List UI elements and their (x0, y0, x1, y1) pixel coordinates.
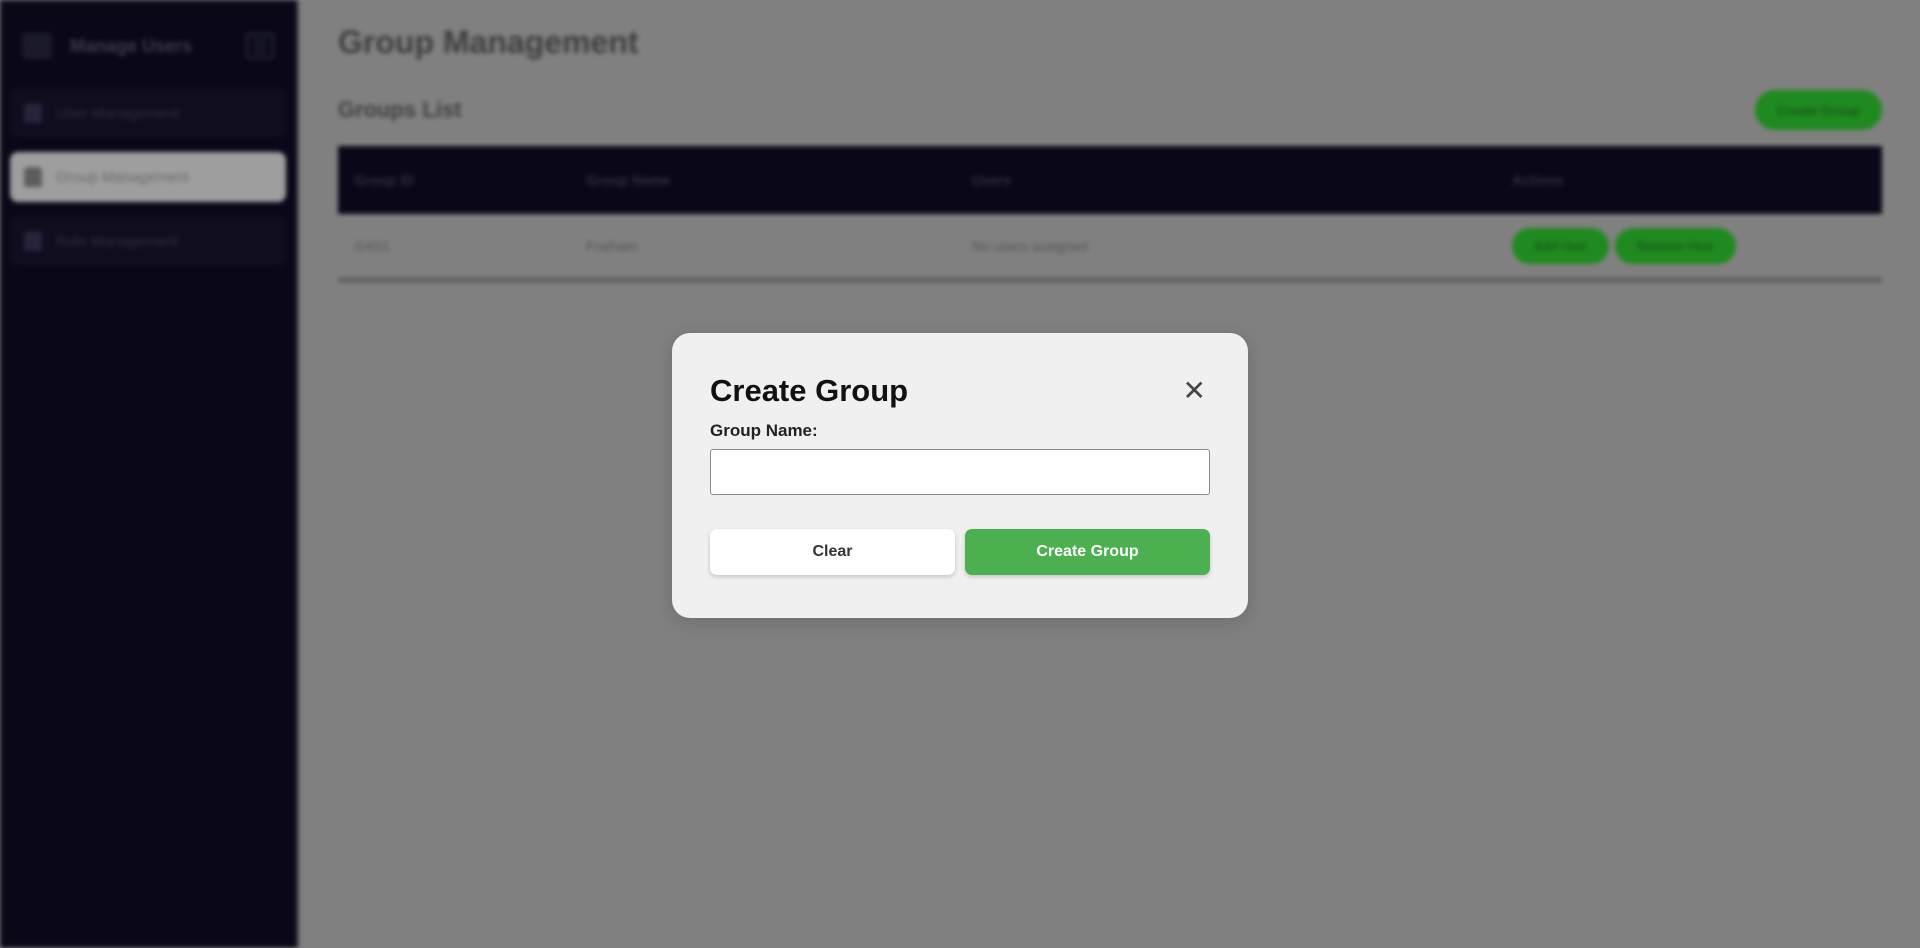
create-group-button[interactable]: Create Group (1754, 90, 1882, 130)
sidebar-nav: User Management Group Management Role Ma… (10, 88, 286, 266)
modal-actions: Clear Create Group (710, 529, 1210, 575)
create-group-submit-button[interactable]: Create Group (965, 529, 1210, 575)
group-name-input[interactable] (710, 449, 1210, 495)
sidebar-item-label: Group Management (56, 168, 190, 186)
remove-user-button[interactable]: Remove User (1615, 228, 1737, 264)
sidebar-item-user-management[interactable]: User Management (10, 88, 286, 138)
column-header: Users (972, 172, 1011, 188)
add-user-button[interactable]: Add User (1512, 228, 1610, 264)
sidebar-item-label: Role Management (56, 232, 179, 250)
groups-table: Group ID Group Name Users Actions G4S1 F… (338, 146, 1882, 282)
group-id-cell: G4S1 (354, 238, 390, 254)
user-icon (24, 103, 42, 123)
column-header: Group Name (586, 172, 671, 188)
menu-toggle-icon[interactable] (246, 33, 274, 59)
list-title: Groups List (338, 97, 462, 122)
list-header: Groups List Create Group (338, 88, 1882, 132)
brand-title: Manage Users (70, 35, 193, 56)
group-icon (24, 167, 42, 187)
column-header: Actions (1512, 172, 1564, 188)
role-icon (24, 231, 42, 251)
group-name-label: Group Name: (710, 421, 818, 440)
page-title: Group Management (338, 24, 639, 60)
modal-header: Create Group ✕ (710, 371, 1210, 411)
column-header: Group ID (354, 172, 414, 188)
sidebar: Manage Users User Management Group Manag… (0, 0, 298, 948)
sidebar-item-label: User Management (56, 104, 180, 122)
brand: Manage Users (10, 18, 286, 74)
clear-button[interactable]: Clear (710, 529, 955, 575)
create-group-modal: Create Group ✕ Group Name: Clear Create … (672, 333, 1248, 618)
modal-title: Create Group (710, 373, 909, 408)
table-header: Group ID Group Name Users Actions (338, 146, 1882, 214)
sidebar-item-role-management[interactable]: Role Management (10, 216, 286, 266)
group-name-cell: Fraiham (586, 238, 638, 254)
logo-icon (22, 33, 52, 59)
table-row: G4S1 Fraiham No users assigned Add User … (338, 214, 1882, 282)
close-icon[interactable]: ✕ (1183, 377, 1206, 405)
sidebar-item-group-management[interactable]: Group Management (10, 152, 286, 202)
actions-cell: Add User Remove User (1496, 228, 1882, 264)
users-cell: No users assigned (972, 238, 1088, 254)
